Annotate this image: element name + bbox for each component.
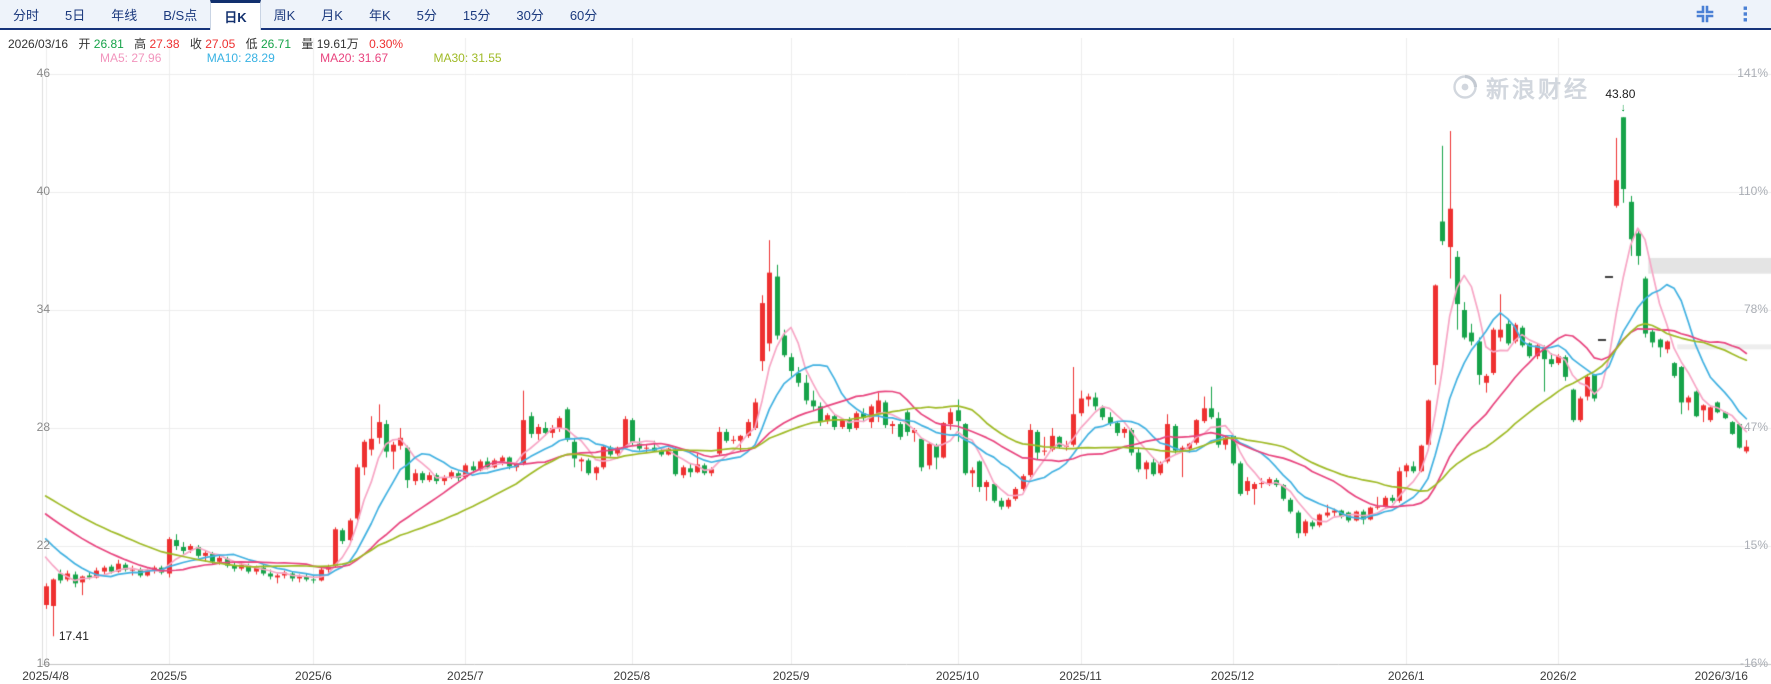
low-price-annotation: 17.41	[59, 629, 89, 643]
x-axis-tick: 2025/4/8	[22, 669, 69, 683]
candlestick-chart-canvas[interactable]	[0, 30, 1771, 684]
low-value: 26.71	[261, 37, 291, 51]
change-percent: 0.30%	[369, 37, 403, 51]
volume-value: 19.61万	[317, 37, 359, 51]
tab-月K[interactable]: 月K	[308, 0, 356, 28]
sina-logo-icon	[1452, 74, 1478, 100]
y-left-tick: 22	[10, 538, 50, 552]
low-label: 低	[246, 37, 258, 51]
tab-年线[interactable]: 年线	[98, 0, 150, 28]
volume-label: 量	[301, 37, 313, 51]
tab-5日[interactable]: 5日	[52, 0, 98, 28]
ohlc-info-bar: 2026/03/16 开 26.81 高 27.38 收 27.05 低 26.…	[8, 35, 403, 52]
tab-年K[interactable]: 年K	[356, 0, 404, 28]
y-left-tick: 40	[10, 184, 50, 198]
y-left-tick: 34	[10, 302, 50, 316]
y-right-tick: 47%	[1720, 420, 1768, 434]
ma-legend: MA5: 27.96 MA10: 28.29 MA20: 31.67 MA30:…	[100, 51, 544, 65]
x-axis-tick: 2026/2	[1540, 669, 1577, 683]
period-toolbar: 分时5日年线B/S点日K周K月K年K5分15分30分60分	[0, 0, 1771, 30]
kebab-menu-icon[interactable]	[1735, 4, 1755, 24]
open-value: 26.81	[94, 37, 124, 51]
ma20-legend: MA20: 31.67	[320, 51, 388, 65]
x-axis-tick: 2025/8	[613, 669, 650, 683]
close-label: 收	[190, 37, 202, 51]
collapse-fullscreen-icon[interactable]	[1695, 4, 1715, 24]
ma10-legend: MA10: 28.29	[207, 51, 275, 65]
tab-分时[interactable]: 分时	[0, 0, 52, 28]
y-right-tick: 78%	[1720, 302, 1768, 316]
chart-area: 2026/03/16 开 26.81 高 27.38 收 27.05 低 26.…	[0, 30, 1771, 684]
quote-date: 2026/03/16	[8, 37, 68, 51]
open-label: 开	[78, 37, 90, 51]
tab-日K[interactable]: 日K	[210, 0, 260, 30]
high-label: 高	[134, 37, 146, 51]
period-tabs: 分时5日年线B/S点日K周K月K年K5分15分30分60分	[0, 0, 610, 28]
sina-finance-watermark: 新浪财经	[1452, 70, 1590, 104]
y-right-tick: 110%	[1720, 184, 1768, 198]
x-axis-tick: 2026/3/16	[1695, 669, 1748, 683]
y-right-tick: 15%	[1720, 538, 1768, 552]
x-axis-tick: 2025/12	[1211, 669, 1254, 683]
close-value: 27.05	[205, 37, 235, 51]
x-axis-tick: 2025/11	[1059, 669, 1102, 683]
ma30-legend: MA30: 31.55	[434, 51, 502, 65]
annotation-down-arrow-icon: ↓	[1620, 103, 1626, 113]
watermark-text: 新浪财经	[1486, 70, 1590, 104]
x-axis-tick: 2025/10	[936, 669, 979, 683]
x-axis-tick: 2026/1	[1388, 669, 1425, 683]
high-value: 27.38	[150, 37, 180, 51]
tab-5分[interactable]: 5分	[404, 0, 450, 28]
tab-30分[interactable]: 30分	[503, 0, 556, 28]
y-right-tick: 141%	[1720, 66, 1768, 80]
tab-B/S点[interactable]: B/S点	[150, 0, 210, 28]
y-left-tick: 28	[10, 420, 50, 434]
y-right-tick: -16%	[1720, 656, 1768, 670]
ma5-legend: MA5: 27.96	[100, 51, 161, 65]
toolbar-icons	[1695, 0, 1771, 28]
x-axis-tick: 2025/9	[773, 669, 810, 683]
x-axis-tick: 2025/5	[150, 669, 187, 683]
tab-60分[interactable]: 60分	[557, 0, 610, 28]
tab-周K[interactable]: 周K	[261, 0, 309, 28]
y-left-tick: 46	[10, 66, 50, 80]
x-axis-tick: 2025/7	[447, 669, 484, 683]
y-left-tick: 16	[10, 656, 50, 670]
tab-15分[interactable]: 15分	[450, 0, 503, 28]
x-axis-tick: 2025/6	[295, 669, 332, 683]
high-price-annotation: 43.80	[1605, 87, 1635, 101]
